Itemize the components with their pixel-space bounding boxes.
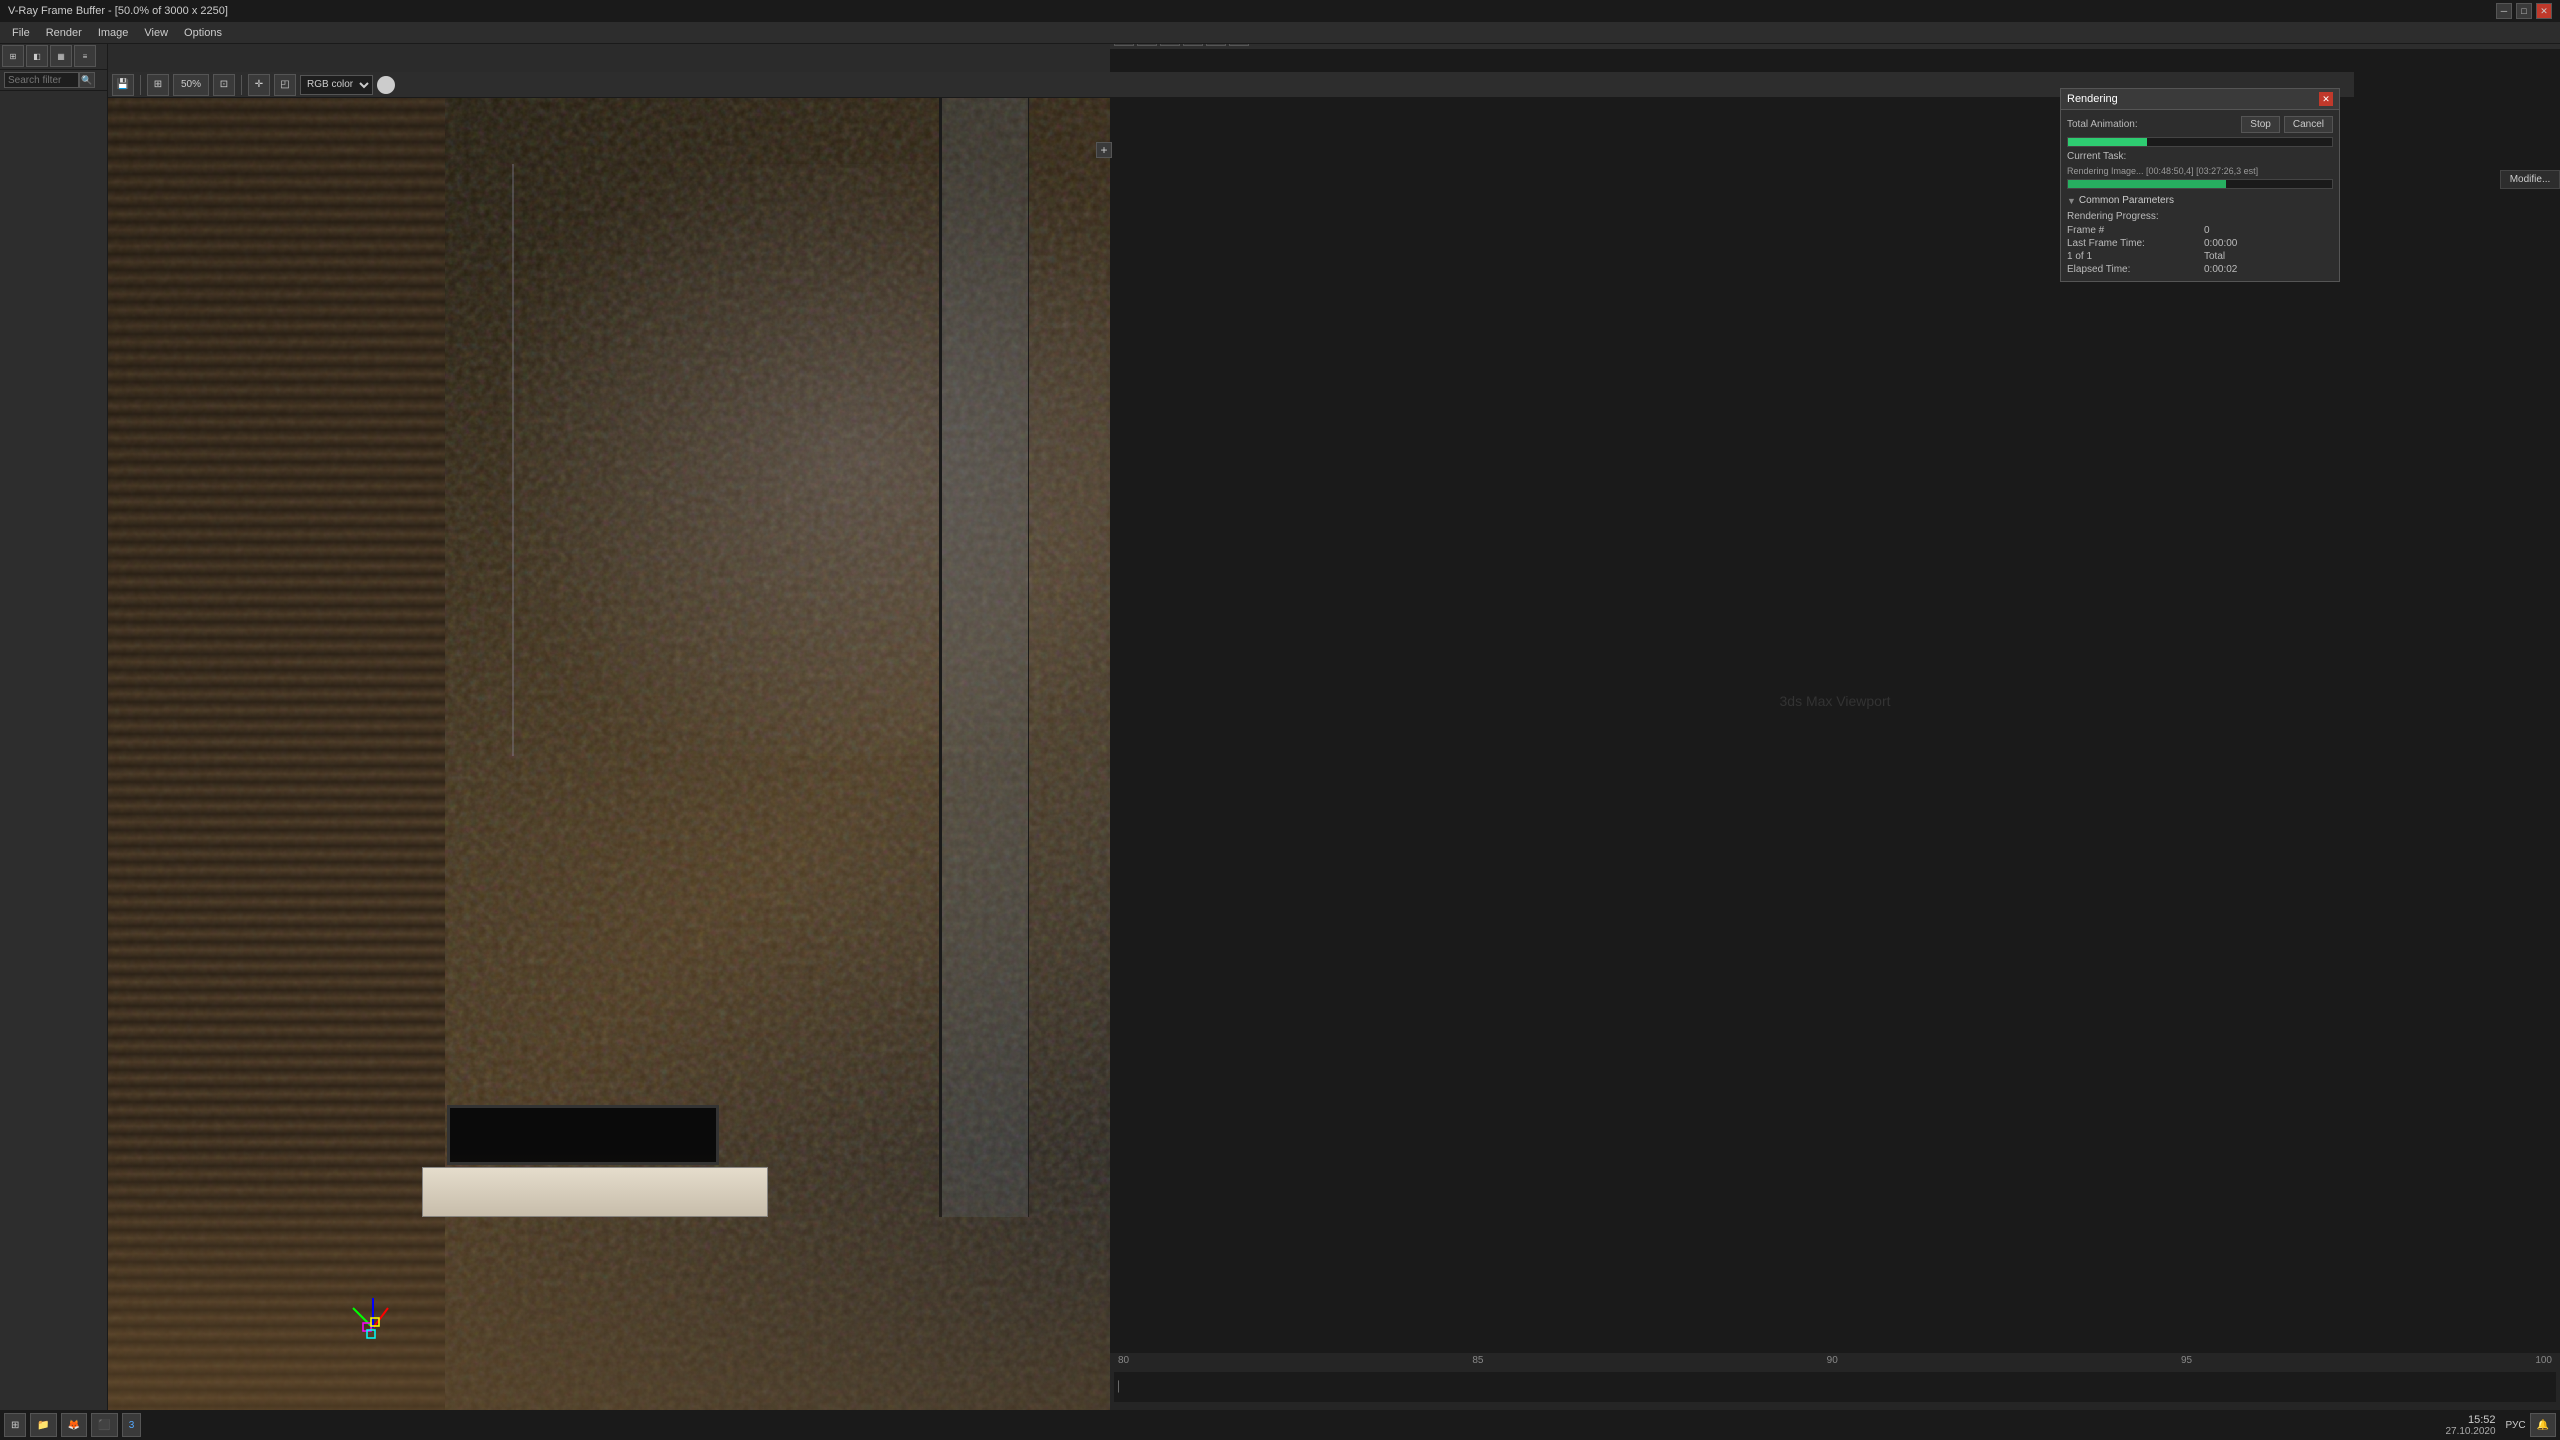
timeline-label-95: 95 <box>2181 1355 2192 1366</box>
sep1 <box>140 75 141 95</box>
total-progress-fill <box>2068 138 2147 146</box>
timeline-label-90: 90 <box>1827 1355 1838 1366</box>
render-region-btn[interactable]: ⊞ <box>147 74 169 96</box>
current-task-value: Rendering Image... [00:48:50,4] [03:27:2… <box>2067 166 2333 176</box>
render-white-balance-btn[interactable] <box>377 76 395 94</box>
rendering-dialog-title: Rendering <box>2067 93 2118 105</box>
minimize-btn[interactable]: ─ <box>2496 3 2512 19</box>
history-btn-4[interactable]: ≡ <box>74 45 96 67</box>
render-crosshair-btn[interactable]: ✛ <box>248 74 270 96</box>
maximize-btn[interactable]: □ <box>2516 3 2532 19</box>
explorer-btn[interactable]: 📁 <box>30 1413 56 1437</box>
windows-icon: ⊞ <box>11 1420 19 1431</box>
window-title: V-Ray Frame Buffer - [50.0% of 3000 x 22… <box>8 5 228 17</box>
modifier-panel: Modifie... <box>2500 170 2560 189</box>
cancel-btn[interactable]: Cancel <box>2284 116 2333 133</box>
title-bar-controls: ─ □ ✕ <box>2496 3 2552 19</box>
task-progress-fill <box>2068 180 2226 188</box>
search-bar: 🔍 <box>0 70 107 91</box>
render-pixel-btn[interactable]: ◰ <box>274 74 296 96</box>
timeline-labels: 80 85 90 95 100 <box>1110 1353 2560 1368</box>
menu-render[interactable]: Render <box>38 25 90 41</box>
add-layer-btn[interactable]: + <box>1096 142 1112 158</box>
render-fit-btn[interactable]: ⊡ <box>213 74 235 96</box>
terminal-icon: ⬛ <box>98 1420 110 1431</box>
window-light <box>512 164 1186 756</box>
search-input[interactable] <box>4 72 79 88</box>
section-arrow: ▼ <box>2067 196 2076 206</box>
start-btn[interactable]: ⊞ <box>4 1413 26 1437</box>
timeline-frame-indicator: │ <box>1116 1382 1122 1393</box>
total-progress-bar <box>2067 137 2333 147</box>
elapsed-value: 0:00:02 <box>2204 264 2333 275</box>
current-task-label: Current Task: <box>2067 151 2126 162</box>
last-frame-time-value: 0:00:00 <box>2204 238 2333 249</box>
frame-label: Frame # <box>2067 225 2196 236</box>
timeline-track[interactable]: │ <box>1114 1372 2556 1402</box>
menu-view[interactable]: View <box>136 25 176 41</box>
history-btn-3[interactable]: ▦ <box>50 45 72 67</box>
history-panel: History ⊞ ◧ ▦ ≡ 🔍 <box>0 22 108 1410</box>
rendering-dialog-body: Total Animation: Stop Cancel Current Tas… <box>2061 110 2339 281</box>
menu-bar: File Render Image View Options <box>0 22 2560 44</box>
common-params-header: ▼ Common Parameters <box>2067 193 2333 208</box>
3dsmax-btn[interactable]: 3 <box>122 1413 142 1437</box>
rendering-progress-label: Rendering Progress: <box>2067 211 2333 222</box>
render-toolbar: 💾 ⊞ 50% ⊡ ✛ ◰ RGB color <box>108 72 2354 98</box>
max-viewport: 3ds Max Viewport Modifie... + <box>1110 50 2560 1352</box>
history-toolbar: ⊞ ◧ ▦ ≡ <box>0 43 107 70</box>
max-workspace: 👤 Sign In Workspaces: Default ⊞ 🖼 💾 📂 🔵 … <box>1110 0 2560 1440</box>
sep2 <box>241 75 242 95</box>
history-btn-2[interactable]: ◧ <box>26 45 48 67</box>
menu-image[interactable]: Image <box>90 25 137 41</box>
timeline-label-100: 100 <box>2535 1355 2552 1366</box>
frame-of: 1 of 1 <box>2067 251 2196 262</box>
total-label: Total <box>2204 251 2333 262</box>
system-date: 27.10.2020 <box>2445 1426 2495 1437</box>
render-zoom-btn[interactable]: 50% <box>173 74 209 96</box>
frame-value: 0 <box>2204 225 2333 236</box>
max-viewport-label: 3ds Max Viewport <box>1779 693 1890 709</box>
rendering-dialog-close-btn[interactable]: ✕ <box>2319 92 2333 106</box>
menu-file[interactable]: File <box>4 25 38 41</box>
language-indicator[interactable]: РУС <box>2506 1420 2526 1431</box>
current-task-row: Current Task: <box>2067 151 2333 162</box>
total-animation-label: Total Animation: <box>2067 119 2138 130</box>
explorer-icon: 📁 <box>37 1420 49 1431</box>
max-timeline: 80 85 90 95 100 │ <box>1110 1352 2560 1412</box>
taskbar: ⊞ 📁 🦊 ⬛ 3 15:52 27.10.2020 РУС 🔔 <box>0 1410 2560 1440</box>
stop-btn[interactable]: Stop <box>2241 116 2280 133</box>
rendering-stats-grid: Frame # 0 Last Frame Time: 0:00:00 1 of … <box>2067 225 2333 275</box>
elapsed-label: Elapsed Time: <box>2067 264 2196 275</box>
clock-area: 15:52 27.10.2020 <box>2445 1414 2495 1437</box>
transform-gizmo <box>333 1268 413 1348</box>
3dsmax-icon: 3 <box>129 1420 135 1431</box>
total-animation-row: Total Animation: Stop Cancel <box>2067 116 2333 133</box>
menu-options[interactable]: Options <box>176 25 230 41</box>
timeline-label-80: 80 <box>1118 1355 1129 1366</box>
close-btn[interactable]: ✕ <box>2536 3 2552 19</box>
rendering-dialog: Rendering ✕ Total Animation: Stop Cancel… <box>2060 88 2340 282</box>
language-label: РУС <box>2506 1420 2526 1431</box>
notifications-btn[interactable]: 🔔 <box>2530 1413 2556 1437</box>
glass-partition <box>939 98 1029 1217</box>
rendering-dialog-header: Rendering ✕ <box>2061 89 2339 110</box>
task-progress-bar <box>2067 179 2333 189</box>
last-frame-time-label: Last Frame Time: <box>2067 238 2196 249</box>
browser-btn[interactable]: 🦊 <box>61 1413 87 1437</box>
history-btn-1[interactable]: ⊞ <box>2 45 24 67</box>
system-time: 15:52 <box>2468 1414 2496 1426</box>
browser-icon: 🦊 <box>68 1420 80 1431</box>
save-render-btn[interactable]: 💾 <box>112 74 134 96</box>
timeline-label-85: 85 <box>1472 1355 1483 1366</box>
title-bar: V-Ray Frame Buffer - [50.0% of 3000 x 22… <box>0 0 2560 22</box>
modifier-label: Modifie... <box>2504 174 2556 185</box>
rgb-channel-select[interactable]: RGB color <box>300 75 373 95</box>
terminal-btn[interactable]: ⬛ <box>91 1413 117 1437</box>
section-title: Common Parameters <box>2079 195 2174 206</box>
search-button[interactable]: 🔍 <box>79 72 95 88</box>
